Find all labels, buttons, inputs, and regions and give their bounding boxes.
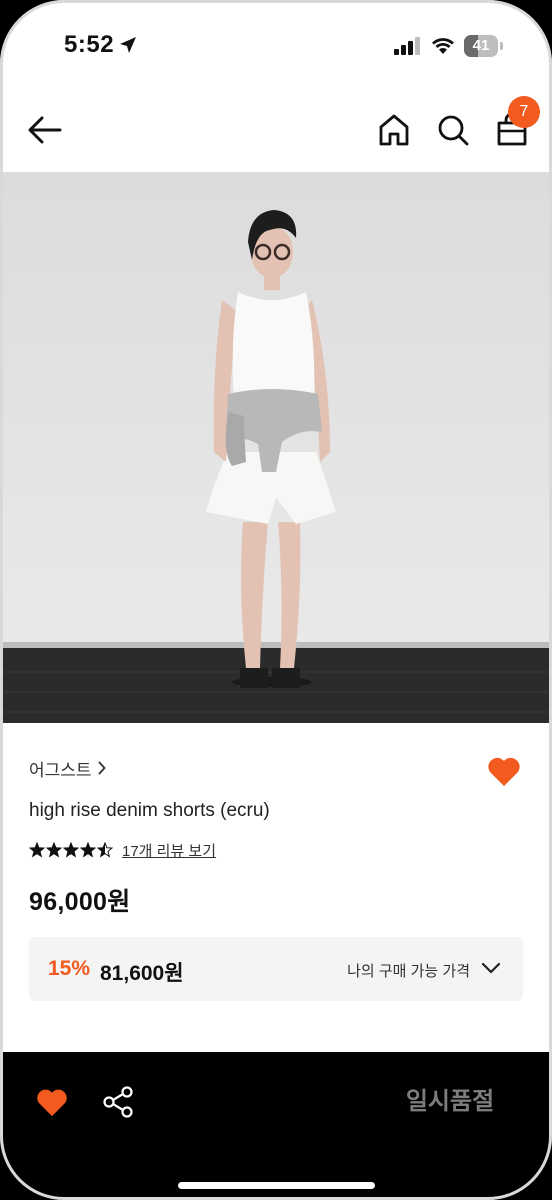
product-image[interactable]: [0, 172, 552, 723]
status-time: 5:52: [64, 31, 115, 58]
discount-rate: 15%: [48, 957, 91, 980]
wifi-icon: [432, 38, 454, 54]
arrow-left-icon: [28, 116, 62, 144]
top-navigation: [0, 90, 552, 172]
product-photo: [0, 172, 552, 723]
brand-link[interactable]: 어그스트: [29, 756, 106, 780]
search-button[interactable]: [435, 112, 471, 148]
rating-row: 17개 리뷰 보기: [29, 838, 216, 862]
share-icon: [103, 1086, 133, 1118]
soldout-button[interactable]: 일시품절: [380, 1082, 520, 1122]
battery-body: 41: [464, 35, 498, 57]
location-arrow-icon: [120, 37, 136, 53]
chevron-right-icon: [98, 761, 105, 775]
wishlist-button[interactable]: [486, 754, 522, 788]
heart-filled-icon: [37, 1089, 67, 1117]
review-link[interactable]: 17개 리뷰 보기: [122, 840, 216, 861]
battery-cap: [500, 42, 503, 50]
star-icon: [46, 842, 62, 858]
star-icon: [97, 842, 113, 858]
star-icon: [80, 842, 96, 858]
phone-screen: 5:52 41 7 어그스트 high rise denim shorts (e…: [0, 0, 552, 1200]
star-rating: [29, 842, 114, 858]
bottom-action-bar: 일시품절: [0, 1052, 552, 1200]
my-price-label: 나의 구매 가능 가격: [347, 963, 470, 980]
home-button[interactable]: [376, 112, 412, 148]
brand-name: 어그스트: [29, 760, 92, 780]
star-icon: [63, 842, 79, 858]
status-bar: 5:52 41: [0, 0, 552, 90]
chevron-down-icon: [481, 962, 501, 974]
back-button[interactable]: [26, 112, 66, 148]
battery-percentage: 41: [472, 37, 490, 54]
home-icon: [379, 114, 409, 146]
share-button[interactable]: [101, 1084, 137, 1120]
discount-price-box[interactable]: 15% 81,600원 나의 구매 가능 가격: [29, 937, 523, 1001]
product-title: high rise denim shorts (ecru): [29, 800, 270, 821]
home-indicator: [178, 1182, 375, 1189]
product-price: 96,000원: [29, 888, 131, 916]
search-icon: [438, 115, 469, 146]
cellular-signal-icon: [394, 37, 420, 55]
star-icon: [29, 842, 45, 858]
discount-price: 81,600원: [100, 962, 184, 985]
cart-count-badge: 7: [508, 96, 540, 128]
heart-filled-icon: [488, 757, 520, 786]
battery-icon: 41: [464, 35, 504, 57]
bottom-wishlist-button[interactable]: [35, 1086, 69, 1118]
